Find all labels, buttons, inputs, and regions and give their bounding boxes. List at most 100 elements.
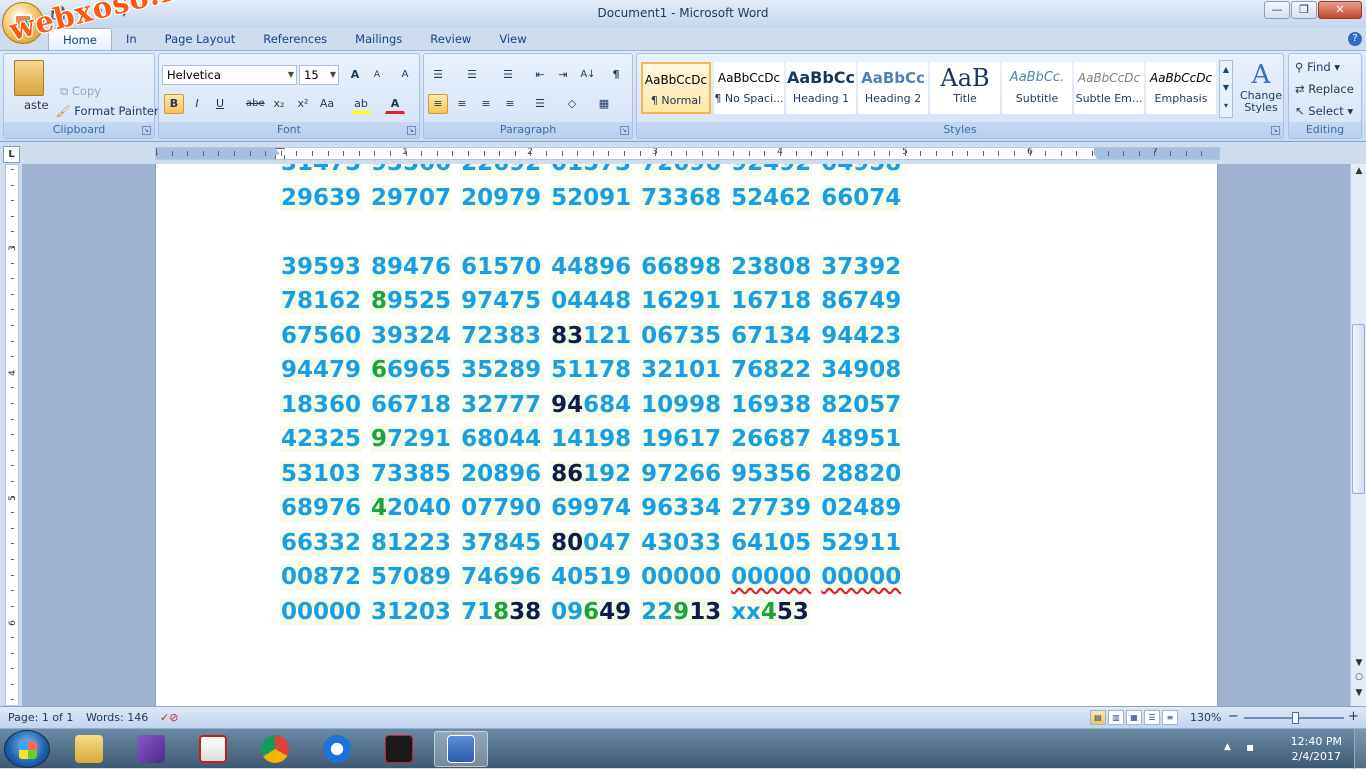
print-layout-icon[interactable]: ▤ xyxy=(1090,710,1106,725)
zoom-in-icon[interactable]: + xyxy=(1348,709,1359,724)
bullets-button[interactable]: ☰ xyxy=(428,65,448,85)
text-line[interactable]: 53103 73385 20896 86192 97266 95356 28820 xyxy=(280,460,910,487)
style-heading-1[interactable]: AaBbCc Heading 1 xyxy=(786,62,856,114)
increase-indent-button[interactable]: ⇥ xyxy=(553,65,573,85)
justify-button[interactable]: ≡ xyxy=(500,94,520,114)
align-right-button[interactable]: ≡ xyxy=(476,94,496,114)
shrink-font-button[interactable]: A xyxy=(367,65,387,85)
restore-button[interactable]: ❐ xyxy=(1291,1,1317,19)
zoom-slider-thumb[interactable] xyxy=(1292,712,1299,724)
draft-view-icon[interactable]: ≡ xyxy=(1162,710,1178,725)
taskbar-unikey[interactable] xyxy=(186,731,240,767)
grow-font-button[interactable]: A xyxy=(345,65,365,85)
borders-button[interactable]: ▦ xyxy=(594,94,614,114)
subscript-button[interactable]: x₂ xyxy=(269,94,289,114)
font-name-combo[interactable]: Helvetica ▼ xyxy=(162,65,297,85)
font-size-combo[interactable]: 15 ▼ xyxy=(299,65,339,85)
multilevel-button[interactable]: ☰ xyxy=(498,65,518,85)
underline-button[interactable]: U xyxy=(210,94,230,114)
text-line[interactable]: 29639 29707 20979 52091 73368 52462 66074 xyxy=(280,184,910,211)
change-case-button[interactable]: Aa xyxy=(317,94,337,114)
vertical-ruler[interactable]: 3 4 5 6 xyxy=(5,164,19,706)
document-area[interactable]: 31475 93566 22692 01573 72696 92492 04958 29639… xyxy=(22,164,1350,706)
page-count[interactable]: Page: 1 of 1 xyxy=(8,711,73,724)
close-button[interactable]: ✕ xyxy=(1318,1,1362,19)
tab-insert[interactable]: In xyxy=(112,28,151,50)
vertical-scrollbar[interactable]: ▲ ▼ ○ ▼ xyxy=(1350,164,1366,706)
scroll-up-icon[interactable]: ▲ xyxy=(1353,166,1365,176)
style-emphasis[interactable]: AaBbCcDc Emphasis xyxy=(1146,62,1216,114)
horizontal-ruler[interactable]: 1 1 2 3 4 5 6 7 xyxy=(155,147,1220,160)
style-subtitle[interactable]: AaBbCc. Subtitle xyxy=(1002,62,1072,114)
tab-selector[interactable]: L xyxy=(3,146,20,163)
start-button[interactable] xyxy=(4,730,50,768)
show-desktop-button[interactable] xyxy=(1354,729,1366,769)
paragraph-launcher-icon[interactable]: ↘ xyxy=(620,126,629,135)
clear-format-button[interactable]: A xyxy=(395,65,415,85)
style-normal[interactable]: AaBbCcDc ¶ Normal xyxy=(641,62,711,114)
taskbar-game[interactable] xyxy=(372,731,426,767)
paste-label[interactable]: aste xyxy=(24,98,49,112)
document-page[interactable]: 31475 93566 22692 01573 72696 92492 04958 29639… xyxy=(155,164,1218,706)
copy-button[interactable]: ⧉ Copy xyxy=(60,84,101,99)
text-line[interactable]: 31475 93566 22692 01573 72696 92492 04958 xyxy=(280,164,910,176)
taskbar-explorer[interactable] xyxy=(62,731,116,767)
help-icon[interactable]: ? xyxy=(1348,32,1362,46)
style-title[interactable]: AaB Title xyxy=(930,62,1000,114)
tab-view[interactable]: View xyxy=(485,28,540,50)
font-launcher-icon[interactable]: ↘ xyxy=(407,126,416,135)
align-left-button[interactable]: ≡ xyxy=(428,94,448,114)
text-line[interactable]: 67560 39324 72383 83121 06735 67134 94423 xyxy=(280,322,910,349)
clock[interactable]: 12:40 PM 2/4/2017 xyxy=(1291,734,1342,764)
clipboard-launcher-icon[interactable]: ↘ xyxy=(142,126,151,135)
paste-icon[interactable] xyxy=(14,60,44,96)
text-line[interactable]: 66332 81223 37845 80047 43033 64105 52911 xyxy=(280,529,910,556)
text-line[interactable]: 94479 66965 35289 51178 32101 76822 34908 xyxy=(280,357,910,383)
full-screen-reading-icon[interactable]: ▥ xyxy=(1108,710,1124,725)
zoom-level[interactable]: 130% xyxy=(1190,711,1221,724)
text-line[interactable]: 18360 66718 32777 94684 10998 16938 82057 xyxy=(280,391,910,418)
minimize-button[interactable]: — xyxy=(1264,1,1290,19)
styles-launcher-icon[interactable]: ↘ xyxy=(1271,126,1280,135)
network-icon[interactable]: ▪ xyxy=(1246,740,1254,754)
browse-object-icon[interactable]: ○ xyxy=(1353,672,1365,682)
outline-view-icon[interactable]: ☰ xyxy=(1144,710,1160,725)
proofing-icon[interactable]: ✓⊘ xyxy=(160,711,178,724)
scroll-down-icon[interactable]: ▼ xyxy=(1353,658,1365,668)
text-line[interactable]: 00000 31203 71838 09649 22913 xx453 xyxy=(280,598,818,625)
line-spacing-button[interactable]: ☰ xyxy=(530,94,550,114)
text-line[interactable]: 39593 89476 61570 44896 66898 23808 37392 xyxy=(280,253,910,280)
next-page-icon[interactable]: ▼ xyxy=(1353,688,1365,698)
text-line[interactable]: 00872 57089 74696 40519 00000 00000 00000 xyxy=(280,564,910,590)
numbering-button[interactable]: ☰ xyxy=(462,65,482,85)
taskbar-visual-studio[interactable] xyxy=(124,731,178,767)
show-hide-button[interactable]: ¶ xyxy=(606,65,626,85)
scroll-thumb[interactable] xyxy=(1352,324,1365,494)
center-button[interactable]: ≡ xyxy=(452,94,472,114)
text-line[interactable]: 78162 89525 97475 04448 16291 16718 86749 xyxy=(280,288,910,314)
strikethrough-button[interactable]: abe xyxy=(245,94,265,114)
superscript-button[interactable]: x² xyxy=(293,94,313,114)
tab-references[interactable]: References xyxy=(249,28,341,50)
taskbar-teamviewer[interactable] xyxy=(310,731,364,767)
tab-review[interactable]: Review xyxy=(416,28,485,50)
replace-button[interactable]: ⇄ Replace xyxy=(1295,82,1354,96)
text-line[interactable]: 68976 42040 07790 69974 96334 27739 02489 xyxy=(280,495,910,521)
bold-button[interactable]: B xyxy=(164,94,184,114)
tray-expand-icon[interactable]: ▲ xyxy=(1224,742,1231,752)
zoom-out-icon[interactable]: − xyxy=(1228,709,1239,724)
font-color-button[interactable]: A xyxy=(385,94,405,114)
web-layout-icon[interactable]: ▦ xyxy=(1126,710,1142,725)
style-heading-2[interactable]: AaBbCc Heading 2 xyxy=(858,62,928,114)
italic-button[interactable]: I xyxy=(187,94,207,114)
highlight-button[interactable]: ab xyxy=(351,94,371,114)
find-button[interactable]: ⚲ Find ▾ xyxy=(1295,60,1340,74)
tab-page-layout[interactable]: Page Layout xyxy=(151,28,250,50)
word-count[interactable]: Words: 146 xyxy=(86,711,148,724)
style-no-spacing[interactable]: AaBbCcDc ¶ No Spaci... xyxy=(714,62,784,114)
taskbar-word[interactable] xyxy=(434,731,488,767)
format-painter-button[interactable]: 🖌 Format Painter xyxy=(56,104,159,118)
tab-mailings[interactable]: Mailings xyxy=(341,28,416,50)
select-button[interactable]: ↖ Select ▾ xyxy=(1295,104,1353,118)
decrease-indent-button[interactable]: ⇤ xyxy=(530,65,550,85)
